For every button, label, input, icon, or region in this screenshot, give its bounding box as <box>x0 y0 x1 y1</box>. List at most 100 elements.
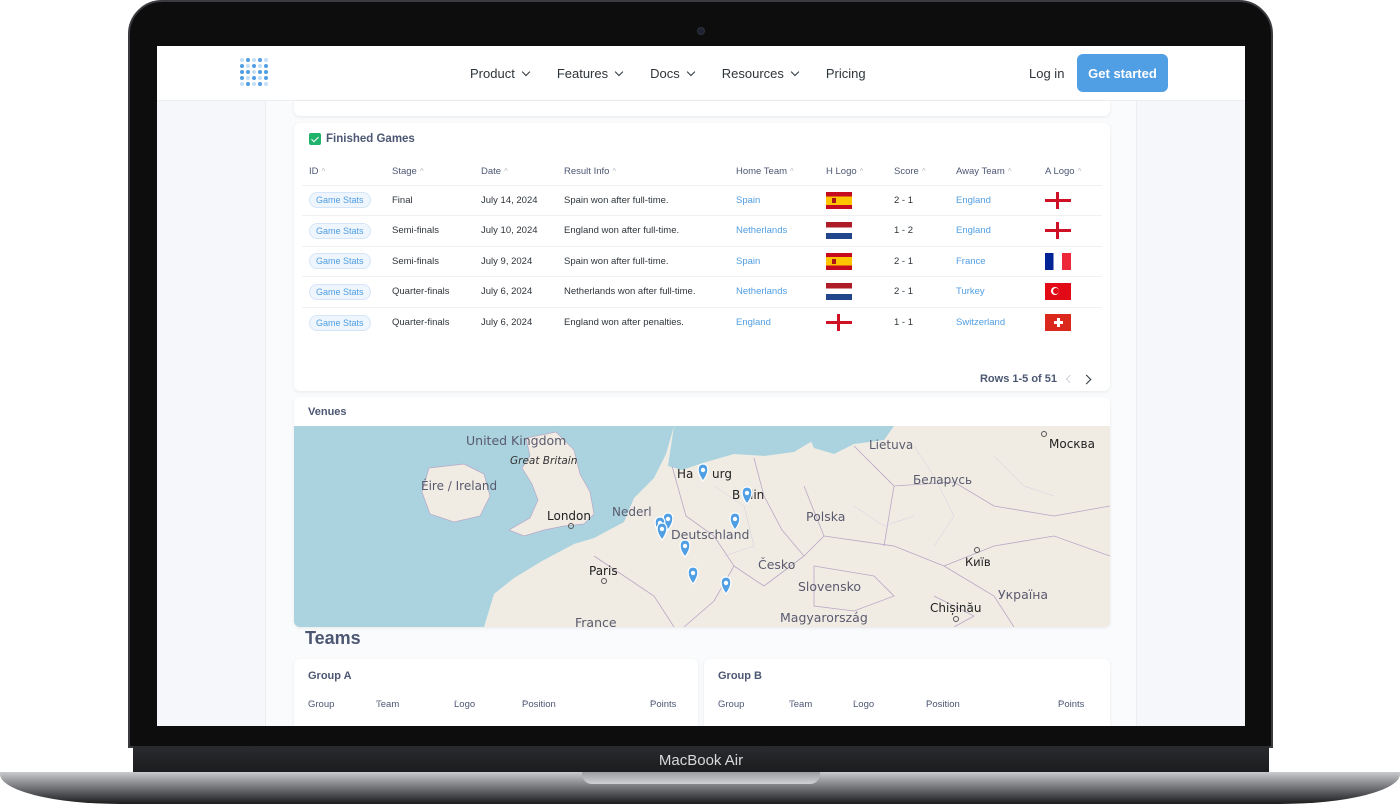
svg-text:urg: urg <box>712 467 732 481</box>
chevron-down-icon <box>521 67 531 76</box>
chevron-right-icon[interactable] <box>1081 374 1092 384</box>
column-header[interactable]: Date ^ <box>474 159 557 185</box>
home-flag-icon <box>826 191 852 209</box>
chevron-down-icon <box>686 67 695 76</box>
svg-text:Great Britain: Great Britain <box>510 455 577 467</box>
away-flag-icon <box>1045 252 1071 270</box>
away-flag-icon <box>1045 222 1071 240</box>
stage-cell: Quarter-finals <box>385 276 474 307</box>
date-cell: July 6, 2024 <box>474 276 557 307</box>
finished-games-card: Finished Games ID ^ Stage ^ Date ^ Result I… <box>294 123 1110 391</box>
group-title: Group A <box>308 670 352 682</box>
laptop-frame: Product Features Docs Resources Pricing … <box>0 0 1400 804</box>
score-cell: 2 - 1 <box>887 184 949 216</box>
menu-resources[interactable]: Resources <box>722 66 800 81</box>
svg-text:Lietuva: Lietuva <box>869 438 913 452</box>
previous-card <box>294 101 1110 116</box>
get-started-button[interactable]: Get started <box>1077 54 1168 92</box>
home-flag-icon <box>826 314 852 331</box>
result-cell: Spain won after full-time. <box>557 184 729 216</box>
teams-title: Teams <box>305 628 361 648</box>
svg-text:United Kingdom: United Kingdom <box>466 433 566 448</box>
away-team-link[interactable]: Switzerland <box>949 306 1038 338</box>
stage-cell: Semi-finals <box>385 245 474 277</box>
home-flag-icon <box>826 252 852 270</box>
away-team-link[interactable]: England <box>949 184 1038 216</box>
result-cell: England won after full-time. <box>557 215 729 246</box>
column-header[interactable]: Stage ^ <box>385 159 474 185</box>
svg-text:B: B <box>732 488 740 502</box>
home-team-link[interactable]: Spain <box>729 184 819 216</box>
laptop-notch <box>582 772 820 784</box>
menu-docs[interactable]: Docs <box>650 66 695 81</box>
metabase-logo-icon[interactable] <box>240 58 270 88</box>
svg-text:London: London <box>547 509 591 523</box>
column-header[interactable]: Score ^ <box>887 159 949 185</box>
stage-cell: Quarter-finals <box>385 306 474 338</box>
svg-text:Éire / Ireland: Éire / Ireland <box>421 478 497 493</box>
venues-title: Venues <box>308 406 347 418</box>
svg-text:Ha: Ha <box>677 467 693 481</box>
game-stats-pill[interactable]: Game Stats <box>309 253 371 270</box>
svg-text:Беларусь: Беларусь <box>913 473 972 487</box>
group-table-header: Group ^ Team ^ Logo ^ ^ Position ^ Point… <box>308 699 677 710</box>
away-team-link[interactable]: England <box>949 215 1038 246</box>
menu-pricing[interactable]: Pricing <box>826 66 866 81</box>
home-team-link[interactable]: Netherlands <box>729 276 819 307</box>
game-stats-pill[interactable]: Game Stats <box>309 222 371 239</box>
game-stats-pill[interactable]: Game Stats <box>309 314 371 331</box>
finished-games-table: ID ^ Stage ^ Date ^ Result Info ^ Home Team ^… <box>302 159 1102 338</box>
screen: Product Features Docs Resources Pricing … <box>157 46 1245 726</box>
table-row: Game Stats Semi-finals July 9, 2024 Spain w… <box>302 245 1102 277</box>
camera-icon <box>697 27 705 35</box>
column-header[interactable]: H Logo ^ <box>819 159 887 185</box>
svg-text:Slovensko: Slovensko <box>798 579 861 594</box>
group-title: Group B <box>718 670 762 682</box>
table-row: Game Stats Semi-finals July 10, 2024 Englan… <box>302 215 1102 246</box>
top-navbar: Product Features Docs Resources Pricing … <box>157 46 1245 101</box>
home-team-link[interactable]: England <box>729 306 819 338</box>
dashboard-column: Finished Games ID ^ Stage ^ Date ^ Result I… <box>265 101 1137 726</box>
svg-text:Москва: Москва <box>1049 437 1095 451</box>
away-flag-icon <box>1045 283 1071 301</box>
game-stats-pill[interactable]: Game Stats <box>309 192 371 209</box>
column-header[interactable]: Away Team ^ <box>949 159 1038 185</box>
stage-cell: Final <box>385 184 474 216</box>
table-row: Game Stats Quarter-finals July 6, 2024 Neth… <box>302 276 1102 307</box>
date-cell: July 9, 2024 <box>474 245 557 277</box>
main-menu: Product Features Docs Resources Pricing <box>470 66 866 81</box>
score-cell: 2 - 1 <box>887 245 949 277</box>
rows-count: Rows 1-5 of 51 <box>979 373 1057 385</box>
login-link[interactable]: Log in <box>1029 66 1064 81</box>
group-table-header: Group ^ Team ^ Logo ^ ^ Position ^ Point… <box>718 699 1085 710</box>
svg-text:Polska: Polska <box>806 509 845 524</box>
home-flag-icon <box>826 283 852 301</box>
svg-text:Київ: Київ <box>965 555 991 569</box>
stage-cell: Semi-finals <box>385 215 474 246</box>
svg-text:Україна: Україна <box>998 587 1048 602</box>
column-header[interactable]: A Logo ^ <box>1038 159 1102 185</box>
away-team-link[interactable]: Turkey <box>949 276 1038 307</box>
venues-card: Venues United Kingdom Great Britain Éire… <box>294 397 1110 627</box>
column-header[interactable]: Home Team ^ <box>729 159 819 185</box>
away-flag-icon <box>1045 191 1071 209</box>
finished-games-title: Finished Games <box>326 133 415 145</box>
home-team-link[interactable]: Netherlands <box>729 215 819 246</box>
svg-text:Nederl: Nederl <box>612 505 652 519</box>
menu-features[interactable]: Features <box>557 66 624 81</box>
menu-product[interactable]: Product <box>470 66 531 81</box>
result-cell: Spain won after full-time. <box>557 245 729 277</box>
table-row: Game Stats Final July 14, 2024 Spain won af… <box>302 184 1102 216</box>
game-stats-pill[interactable]: Game Stats <box>309 283 371 300</box>
chevron-down-icon <box>790 67 800 76</box>
away-team-link[interactable]: France <box>949 245 1038 277</box>
date-cell: July 14, 2024 <box>474 184 557 216</box>
column-header[interactable]: Result Info ^ <box>557 159 729 185</box>
score-cell: 1 - 1 <box>887 306 949 338</box>
table-row: Game Stats Quarter-finals July 6, 2024 Engl… <box>302 306 1102 338</box>
result-cell: Netherlands won after full-time. <box>557 276 729 307</box>
chevron-left-icon[interactable] <box>1065 374 1075 384</box>
column-header[interactable]: ID ^ <box>302 159 385 185</box>
venues-map[interactable]: United Kingdom Great Britain Éire / Irel… <box>294 426 1110 627</box>
home-team-link[interactable]: Spain <box>729 245 819 277</box>
